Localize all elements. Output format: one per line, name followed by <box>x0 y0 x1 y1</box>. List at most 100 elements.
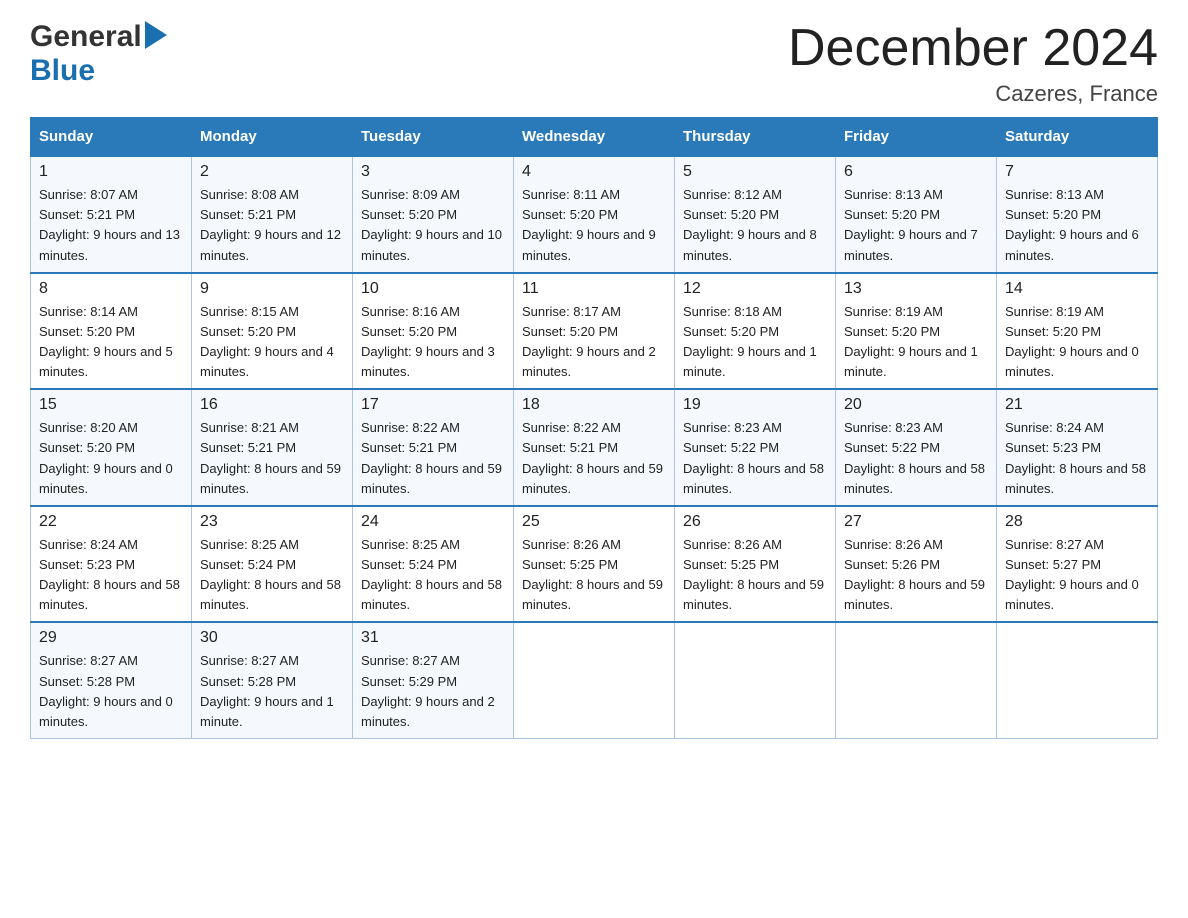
day-info: Sunrise: 8:16 AMSunset: 5:20 PMDaylight:… <box>361 302 505 383</box>
day-number: 13 <box>844 280 988 298</box>
day-info: Sunrise: 8:08 AMSunset: 5:21 PMDaylight:… <box>200 185 344 266</box>
day-header-monday: Monday <box>192 118 353 157</box>
logo-blue: Blue <box>30 54 95 87</box>
location: Cazeres, France <box>788 81 1158 107</box>
calendar-cell: 13 Sunrise: 8:19 AMSunset: 5:20 PMDayligh… <box>836 273 997 390</box>
day-number: 25 <box>522 513 666 531</box>
title-block: December 2024 Cazeres, France <box>788 20 1158 107</box>
day-number: 22 <box>39 513 183 531</box>
calendar-cell <box>675 622 836 738</box>
day-info: Sunrise: 8:24 AMSunset: 5:23 PMDaylight:… <box>39 535 183 616</box>
day-number: 28 <box>1005 513 1149 531</box>
day-info: Sunrise: 8:09 AMSunset: 5:20 PMDaylight:… <box>361 185 505 266</box>
day-number: 8 <box>39 280 183 298</box>
day-number: 3 <box>361 163 505 181</box>
day-info: Sunrise: 8:27 AMSunset: 5:27 PMDaylight:… <box>1005 535 1149 616</box>
day-number: 31 <box>361 629 505 647</box>
calendar-cell <box>997 622 1158 738</box>
day-header-tuesday: Tuesday <box>353 118 514 157</box>
day-number: 29 <box>39 629 183 647</box>
calendar-cell: 26Sunrise: 8:26 AMSunset: 5:25 PMDayligh… <box>675 506 836 623</box>
calendar-cell: 29Sunrise: 8:27 AMSunset: 5:28 PMDayligh… <box>31 622 192 738</box>
calendar-cell: 17Sunrise: 8:22 AMSunset: 5:21 PMDayligh… <box>353 389 514 506</box>
day-info: Sunrise: 8:27 AMSunset: 5:29 PMDaylight:… <box>361 651 505 732</box>
calendar-cell: 19Sunrise: 8:23 AMSunset: 5:22 PMDayligh… <box>675 389 836 506</box>
page-header: General Blue December 2024 Cazeres, Fran… <box>30 20 1158 107</box>
day-number: 5 <box>683 163 827 181</box>
day-info: Sunrise: 8:25 AMSunset: 5:24 PMDaylight:… <box>361 535 505 616</box>
calendar-cell: 3 Sunrise: 8:09 AMSunset: 5:20 PMDaylight… <box>353 156 514 273</box>
day-number: 20 <box>844 396 988 414</box>
calendar-cell: 1 Sunrise: 8:07 AMSunset: 5:21 PMDaylight… <box>31 156 192 273</box>
day-number: 18 <box>522 396 666 414</box>
day-info: Sunrise: 8:13 AMSunset: 5:20 PMDaylight:… <box>1005 185 1149 266</box>
day-number: 12 <box>683 280 827 298</box>
calendar-cell: 31 Sunrise: 8:27 AMSunset: 5:29 PMDayligh… <box>353 622 514 738</box>
calendar-cell: 28 Sunrise: 8:27 AMSunset: 5:27 PMDayligh… <box>997 506 1158 623</box>
day-info: Sunrise: 8:13 AMSunset: 5:20 PMDaylight:… <box>844 185 988 266</box>
calendar-cell: 11Sunrise: 8:17 AMSunset: 5:20 PMDayligh… <box>514 273 675 390</box>
day-header-saturday: Saturday <box>997 118 1158 157</box>
calendar-cell: 30Sunrise: 8:27 AMSunset: 5:28 PMDayligh… <box>192 622 353 738</box>
calendar-cell: 15 Sunrise: 8:20 AMSunset: 5:20 PMDayligh… <box>31 389 192 506</box>
day-number: 11 <box>522 280 666 298</box>
day-info: Sunrise: 8:07 AMSunset: 5:21 PMDaylight:… <box>39 185 183 266</box>
day-info: Sunrise: 8:23 AMSunset: 5:22 PMDaylight:… <box>844 418 988 499</box>
day-info: Sunrise: 8:22 AMSunset: 5:21 PMDaylight:… <box>522 418 666 499</box>
day-info: Sunrise: 8:19 AMSunset: 5:20 PMDaylight:… <box>1005 302 1149 383</box>
day-info: Sunrise: 8:26 AMSunset: 5:25 PMDaylight:… <box>683 535 827 616</box>
calendar-cell: 6 Sunrise: 8:13 AMSunset: 5:20 PMDaylight… <box>836 156 997 273</box>
calendar-cell: 10 Sunrise: 8:16 AMSunset: 5:20 PMDayligh… <box>353 273 514 390</box>
calendar-cell: 16 Sunrise: 8:21 AMSunset: 5:21 PMDayligh… <box>192 389 353 506</box>
day-info: Sunrise: 8:24 AMSunset: 5:23 PMDaylight:… <box>1005 418 1149 499</box>
calendar-cell: 23Sunrise: 8:25 AMSunset: 5:24 PMDayligh… <box>192 506 353 623</box>
header-row: SundayMondayTuesdayWednesdayThursdayFrid… <box>31 118 1158 157</box>
day-info: Sunrise: 8:19 AMSunset: 5:20 PMDaylight:… <box>844 302 988 383</box>
calendar-cell: 21Sunrise: 8:24 AMSunset: 5:23 PMDayligh… <box>997 389 1158 506</box>
day-number: 7 <box>1005 163 1149 181</box>
calendar-cell: 5Sunrise: 8:12 AMSunset: 5:20 PMDaylight… <box>675 156 836 273</box>
day-number: 14 <box>1005 280 1149 298</box>
calendar-cell: 25Sunrise: 8:26 AMSunset: 5:25 PMDayligh… <box>514 506 675 623</box>
day-info: Sunrise: 8:14 AMSunset: 5:20 PMDaylight:… <box>39 302 183 383</box>
calendar-cell: 4 Sunrise: 8:11 AMSunset: 5:20 PMDaylight… <box>514 156 675 273</box>
day-info: Sunrise: 8:23 AMSunset: 5:22 PMDaylight:… <box>683 418 827 499</box>
day-number: 1 <box>39 163 183 181</box>
day-number: 10 <box>361 280 505 298</box>
logo: General Blue <box>30 20 167 88</box>
logo-arrow-icon <box>145 21 167 54</box>
day-number: 16 <box>200 396 344 414</box>
day-number: 6 <box>844 163 988 181</box>
week-row-3: 15 Sunrise: 8:20 AMSunset: 5:20 PMDayligh… <box>31 389 1158 506</box>
day-info: Sunrise: 8:18 AMSunset: 5:20 PMDaylight:… <box>683 302 827 383</box>
day-number: 4 <box>522 163 666 181</box>
day-number: 24 <box>361 513 505 531</box>
day-number: 27 <box>844 513 988 531</box>
day-info: Sunrise: 8:11 AMSunset: 5:20 PMDaylight:… <box>522 185 666 266</box>
calendar-cell: 20 Sunrise: 8:23 AMSunset: 5:22 PMDayligh… <box>836 389 997 506</box>
week-row-5: 29Sunrise: 8:27 AMSunset: 5:28 PMDayligh… <box>31 622 1158 738</box>
day-number: 23 <box>200 513 344 531</box>
day-info: Sunrise: 8:15 AMSunset: 5:20 PMDaylight:… <box>200 302 344 383</box>
day-number: 2 <box>200 163 344 181</box>
day-info: Sunrise: 8:21 AMSunset: 5:21 PMDaylight:… <box>200 418 344 499</box>
day-header-thursday: Thursday <box>675 118 836 157</box>
day-number: 15 <box>39 396 183 414</box>
logo-general: General <box>30 20 142 54</box>
calendar-cell <box>836 622 997 738</box>
day-info: Sunrise: 8:22 AMSunset: 5:21 PMDaylight:… <box>361 418 505 499</box>
calendar-cell: 7 Sunrise: 8:13 AMSunset: 5:20 PMDaylight… <box>997 156 1158 273</box>
day-header-friday: Friday <box>836 118 997 157</box>
day-header-wednesday: Wednesday <box>514 118 675 157</box>
calendar-cell: 14 Sunrise: 8:19 AMSunset: 5:20 PMDayligh… <box>997 273 1158 390</box>
week-row-2: 8 Sunrise: 8:14 AMSunset: 5:20 PMDaylight… <box>31 273 1158 390</box>
calendar-cell <box>514 622 675 738</box>
day-info: Sunrise: 8:20 AMSunset: 5:20 PMDaylight:… <box>39 418 183 499</box>
calendar-cell: 12 Sunrise: 8:18 AMSunset: 5:20 PMDayligh… <box>675 273 836 390</box>
week-row-4: 22 Sunrise: 8:24 AMSunset: 5:23 PMDayligh… <box>31 506 1158 623</box>
calendar-cell: 2 Sunrise: 8:08 AMSunset: 5:21 PMDaylight… <box>192 156 353 273</box>
day-info: Sunrise: 8:26 AMSunset: 5:26 PMDaylight:… <box>844 535 988 616</box>
calendar-cell: 22 Sunrise: 8:24 AMSunset: 5:23 PMDayligh… <box>31 506 192 623</box>
calendar-cell: 9Sunrise: 8:15 AMSunset: 5:20 PMDaylight… <box>192 273 353 390</box>
day-number: 30 <box>200 629 344 647</box>
